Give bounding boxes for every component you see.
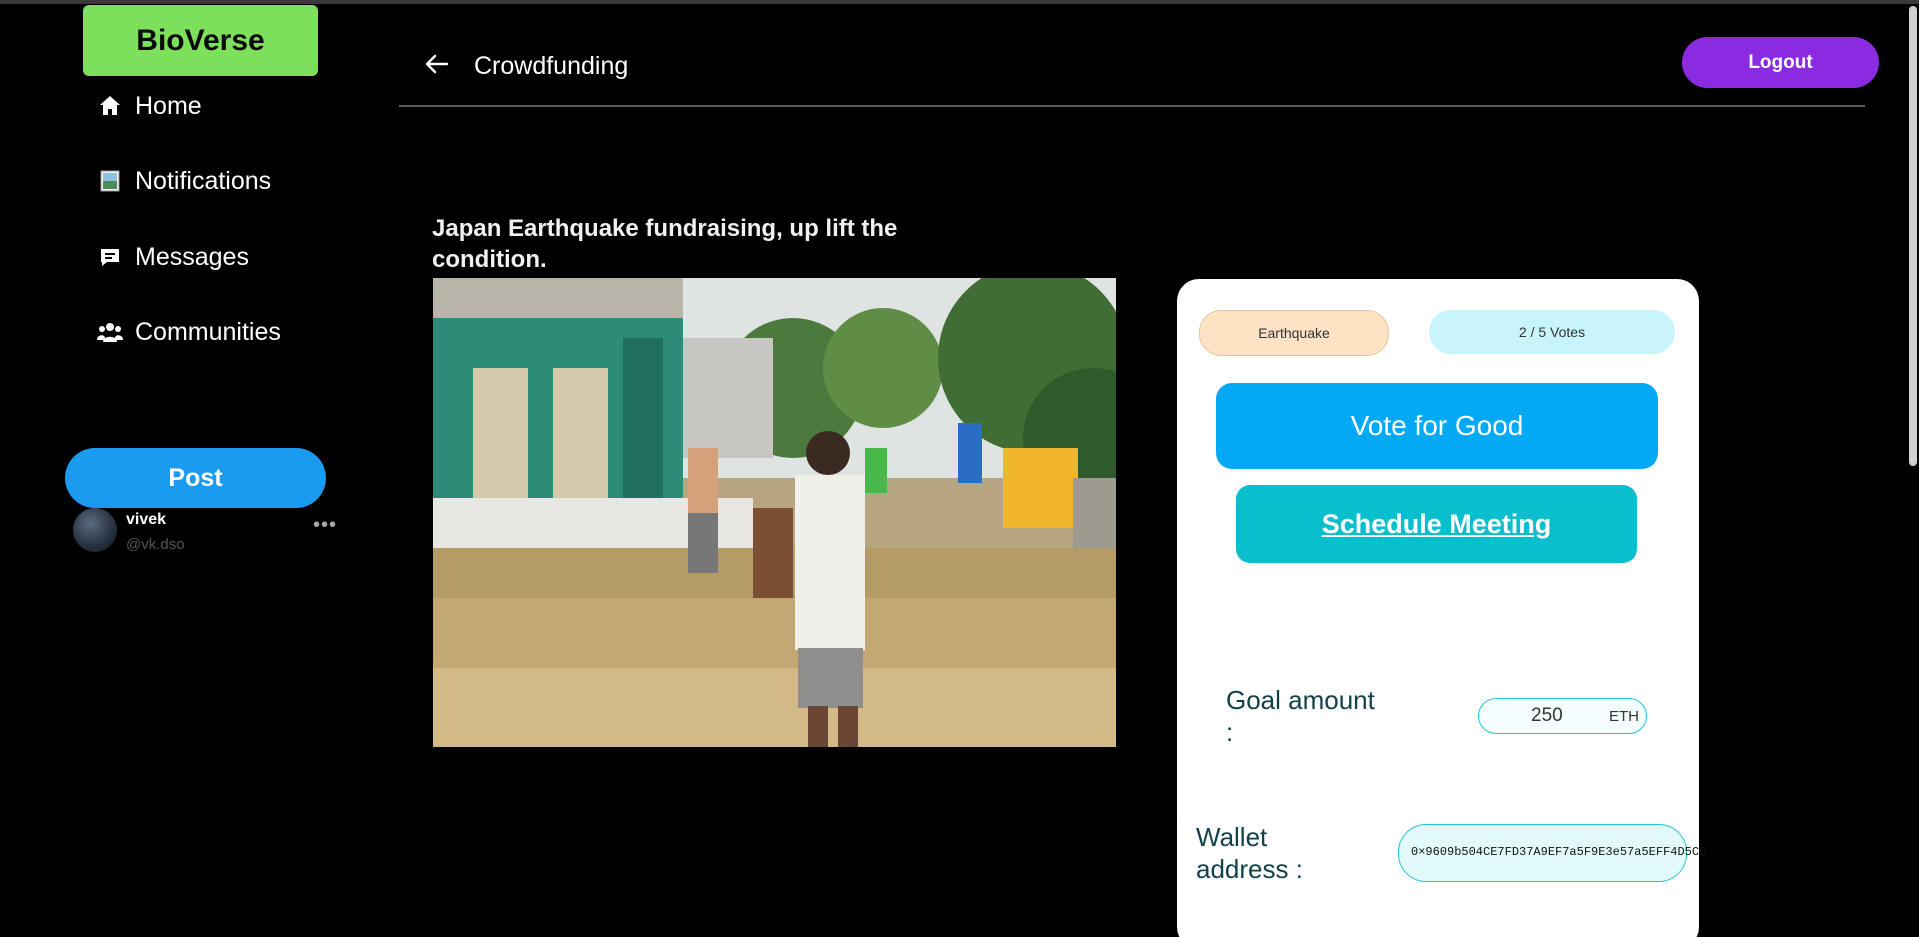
back-arrow-icon[interactable] bbox=[421, 48, 453, 80]
more-options-icon[interactable]: ••• bbox=[313, 514, 337, 537]
votes-badge: 2 / 5 Votes bbox=[1429, 310, 1675, 354]
username: vivek bbox=[126, 511, 167, 528]
message-icon bbox=[97, 244, 123, 270]
post-button[interactable]: Post bbox=[65, 448, 326, 508]
notification-icon bbox=[97, 168, 123, 194]
brand-logo[interactable]: BioVerse bbox=[83, 5, 318, 76]
header-divider bbox=[399, 105, 1865, 107]
post-title: Japan Earthquake fundraising, up lift th… bbox=[432, 215, 898, 273]
sidebar-item-home[interactable]: Home bbox=[97, 86, 202, 126]
sidebar-item-label: Home bbox=[135, 91, 202, 120]
goal-amount-value: 250 bbox=[1531, 705, 1563, 726]
user-profile[interactable]: vivek @vk.dso ••• bbox=[73, 506, 343, 566]
sidebar-item-communities[interactable]: Communities bbox=[97, 312, 281, 352]
vote-button[interactable]: Vote for Good bbox=[1216, 383, 1658, 469]
window-top-border bbox=[0, 0, 1919, 4]
scrollbar-thumb[interactable] bbox=[1909, 6, 1917, 466]
sidebar-item-label: Communities bbox=[135, 317, 281, 346]
goal-amount-field[interactable]: 250 ETH bbox=[1478, 698, 1647, 734]
goal-currency-unit: ETH bbox=[1609, 708, 1639, 725]
sidebar-item-label: Messages bbox=[135, 242, 249, 271]
home-icon bbox=[97, 93, 123, 119]
post-image bbox=[433, 278, 1116, 747]
schedule-meeting-button[interactable]: Schedule Meeting bbox=[1236, 485, 1637, 563]
category-chip: Earthquake bbox=[1199, 310, 1389, 356]
avatar bbox=[73, 508, 117, 552]
sidebar-item-notifications[interactable]: Notifications bbox=[97, 161, 271, 201]
logout-button[interactable]: Logout bbox=[1682, 37, 1879, 88]
community-icon bbox=[97, 319, 123, 345]
fundraising-card: Earthquake 2 / 5 Votes Vote for Good Sch… bbox=[1177, 279, 1706, 937]
app-root: BioVerse Home Notifications Messages Com… bbox=[0, 0, 1919, 937]
wallet-address-label: Wallet address : bbox=[1196, 822, 1303, 884]
sidebar-item-label: Notifications bbox=[135, 166, 272, 195]
user-handle: @vk.dso bbox=[126, 536, 185, 553]
wallet-address-field[interactable]: 0×9609b504CE7FD37A9EF7a5F9E3e57a5EFF4D5C… bbox=[1398, 824, 1706, 882]
goal-amount-label: Goal amount : bbox=[1226, 685, 1375, 747]
page-title: Crowdfunding bbox=[474, 52, 629, 80]
wallet-address-value: 0×9609b504CE7FD37A9EF7a5F9E3e57a5EFF4D5C… bbox=[1411, 845, 1707, 859]
sidebar-item-messages[interactable]: Messages bbox=[97, 237, 249, 277]
